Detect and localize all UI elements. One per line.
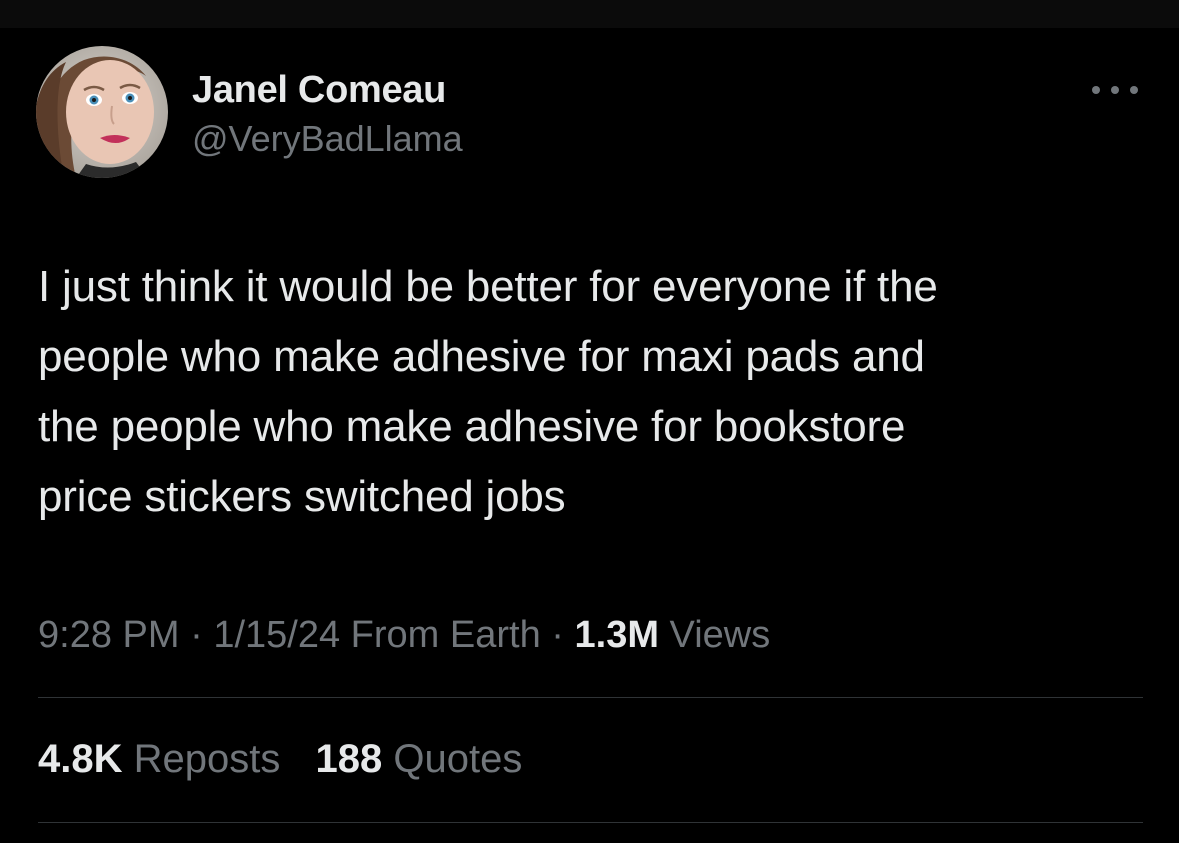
profile-photo-icon	[36, 46, 168, 178]
author-handle[interactable]: @VeryBadLlama	[192, 116, 463, 162]
author-names: Janel Comeau @VeryBadLlama	[192, 68, 463, 162]
divider	[38, 697, 1143, 698]
divider	[38, 822, 1143, 823]
quotes-label: Quotes	[393, 737, 523, 781]
tweet-location: From Earth	[350, 614, 541, 656]
tweet-text: I just think it would be better for ever…	[38, 262, 938, 521]
reposts-label: Reposts	[133, 737, 281, 781]
quotes-count: 188	[315, 737, 383, 781]
more-options-button[interactable]	[1092, 78, 1138, 102]
views-count[interactable]: 1.3M	[575, 614, 659, 656]
reposts-stat[interactable]: 4.8K Reposts	[38, 733, 280, 785]
ellipsis-icon	[1111, 86, 1119, 94]
quotes-stat[interactable]: 188 Quotes	[316, 733, 523, 785]
ellipsis-icon	[1092, 86, 1100, 94]
reposts-count: 4.8K	[38, 737, 123, 781]
tweet-time[interactable]: 9:28 PM	[38, 614, 180, 656]
tweet-card: Janel Comeau @VeryBadLlama I just think …	[0, 0, 1179, 843]
meta-separator: ·	[190, 614, 203, 656]
tweet-stats: 4.8K Reposts 188 Quotes	[38, 733, 546, 785]
meta-separator: ·	[551, 614, 564, 656]
tweet-header: Janel Comeau @VeryBadLlama	[36, 46, 1146, 182]
avatar[interactable]	[36, 46, 168, 178]
views-label[interactable]: Views	[670, 614, 771, 656]
tweet-meta: 9:28 PM · 1/15/24 From Earth · 1.3M View…	[38, 610, 770, 660]
tweet-date[interactable]: 1/15/24	[213, 614, 340, 656]
ellipsis-icon	[1130, 86, 1138, 94]
author-display-name[interactable]: Janel Comeau	[192, 68, 463, 112]
